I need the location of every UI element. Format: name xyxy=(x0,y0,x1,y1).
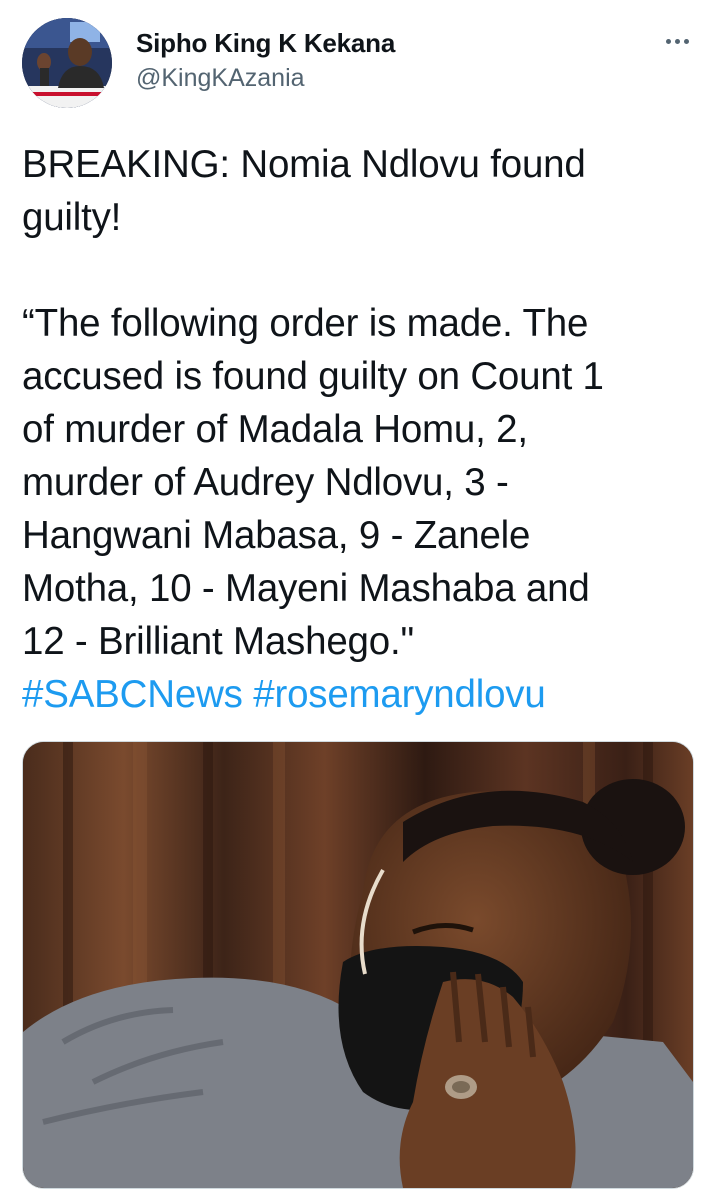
photo-image xyxy=(23,742,693,1188)
more-horizontal-icon xyxy=(665,38,671,44)
author-name[interactable]: Sipho King K Kekana xyxy=(136,28,395,59)
avatar-image xyxy=(22,18,112,108)
more-horizontal-icon-dot xyxy=(674,38,680,44)
hashtag-sabcnews[interactable]: #SABCNews xyxy=(22,673,243,716)
author-handle[interactable]: @KingKAzania xyxy=(136,64,305,93)
more-horizontal-icon-dot xyxy=(683,38,689,44)
tweet-headline: BREAKING: Nomia Ndlovu found guilty! xyxy=(22,143,586,239)
author-avatar[interactable] xyxy=(22,18,112,108)
tweet-quote: “The following order is made. The accuse… xyxy=(22,302,604,663)
hashtag-rosemaryndlovu[interactable]: #rosemaryndlovu xyxy=(253,673,546,716)
tweet-body: BREAKING: Nomia Ndlovu found guilty! “Th… xyxy=(22,138,702,721)
hashtag-line: #SABCNews #rosemaryndlovu xyxy=(22,668,702,721)
more-options-button[interactable] xyxy=(654,24,700,58)
tweet-header: Sipho King K Kekana @KingKAzania xyxy=(0,0,720,130)
tweet-photo[interactable] xyxy=(22,741,694,1189)
